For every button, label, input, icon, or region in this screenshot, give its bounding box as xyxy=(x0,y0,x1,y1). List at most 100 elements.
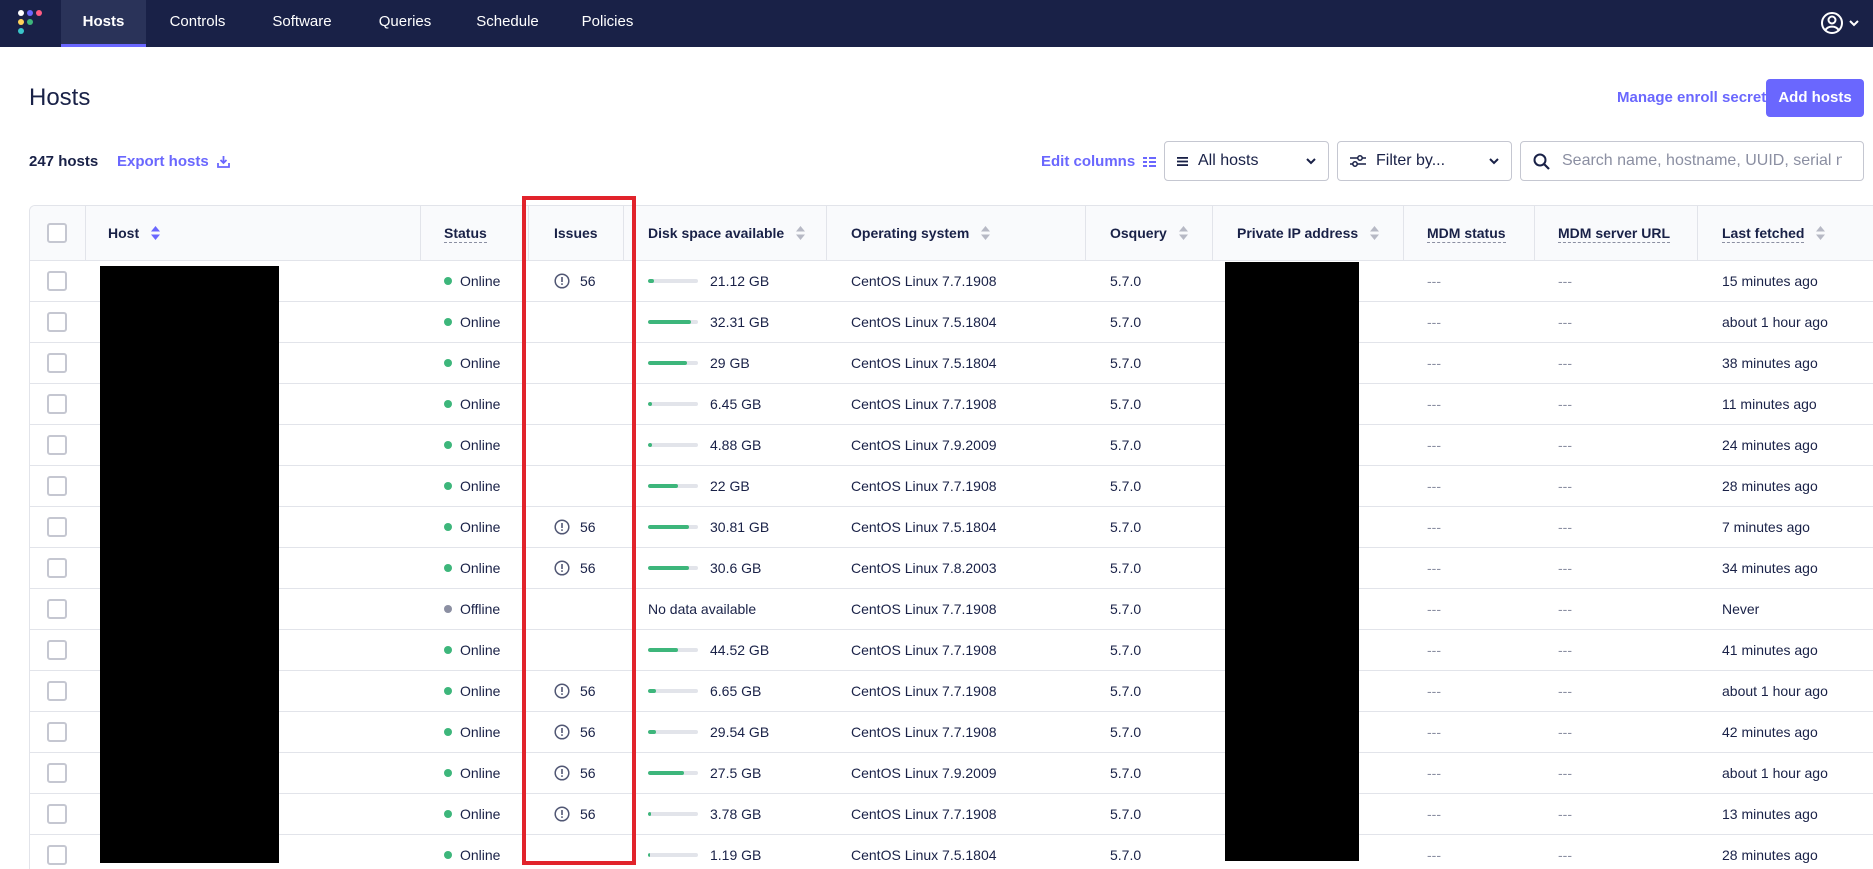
table-row[interactable]: Online 56 29.54 GB CentOS Linux 7.7.1908 5.7… xyxy=(30,712,1873,753)
status-cell: Online xyxy=(444,753,500,793)
disk-space-text: 27.5 GB xyxy=(710,765,762,781)
table-row[interactable]: Online 56 30.81 GB CentOS Linux 7.5.1804 5.7… xyxy=(30,507,1873,548)
column-header-mdm-status[interactable]: MDM status xyxy=(1427,206,1506,261)
add-hosts-button[interactable]: Add hosts xyxy=(1766,79,1864,117)
row-checkbox[interactable] xyxy=(47,394,67,414)
nav-tab-controls[interactable]: Controls xyxy=(160,0,235,47)
row-checkbox[interactable] xyxy=(47,845,67,865)
table-row[interactable]: Online 56 6.65 GB CentOS Linux 7.7.1908 5.7.… xyxy=(30,671,1873,712)
table-row[interactable]: Online 6.45 GB CentOS Linux 7.7.1908 5.7.0 -… xyxy=(30,384,1873,425)
column-header-private-ip[interactable]: Private IP address xyxy=(1237,206,1380,261)
table-row[interactable]: Online 44.52 GB CentOS Linux 7.7.1908 5.7.0… xyxy=(30,630,1873,671)
column-header-mdm-server-url[interactable]: MDM server URL xyxy=(1558,206,1671,261)
osquery-cell: 5.7.0 xyxy=(1110,724,1142,740)
export-hosts-link[interactable]: Export hosts xyxy=(117,153,230,170)
column-header-label: MDM server URL xyxy=(1558,225,1671,243)
table-row[interactable]: Online 4.88 GB CentOS Linux 7.9.2009 5.7.0 -… xyxy=(30,425,1873,466)
mdm-status-cell: --- xyxy=(1427,437,1441,453)
column-header-host[interactable]: Host xyxy=(108,206,161,261)
fleet-logo-icon[interactable] xyxy=(17,9,43,37)
last-fetched-cell: 24 minutes ago xyxy=(1722,437,1818,453)
mdm-status-cell: --- xyxy=(1427,642,1441,658)
column-header-operating-system[interactable]: Operating system xyxy=(851,206,991,261)
table-row[interactable]: Offline No data available CentOS Linux 7.7… xyxy=(30,589,1873,630)
disk-space-text: 30.81 GB xyxy=(710,519,770,535)
mdm-status-cell: --- xyxy=(1427,683,1441,699)
status-dot xyxy=(444,769,452,778)
mdm-status-cell: --- xyxy=(1427,560,1441,576)
row-checkbox[interactable] xyxy=(47,681,67,701)
row-checkbox[interactable] xyxy=(47,599,67,619)
os-cell: CentOS Linux 7.5.1804 xyxy=(851,519,997,535)
nav-tab-queries[interactable]: Queries xyxy=(370,0,440,47)
column-header-status[interactable]: Status xyxy=(444,206,487,261)
table-row[interactable]: Online 29 GB CentOS Linux 7.5.1804 5.7.0 ---… xyxy=(30,343,1873,384)
top-nav: Hosts Controls Software Queries Schedule… xyxy=(0,0,1873,47)
column-header-disk-space[interactable]: Disk space available xyxy=(648,206,806,261)
column-header-osquery[interactable]: Osquery xyxy=(1110,206,1188,261)
all-hosts-dropdown[interactable]: All hosts xyxy=(1164,141,1329,181)
os-cell: CentOS Linux 7.7.1908 xyxy=(851,601,997,617)
os-cell: CentOS Linux 7.5.1804 xyxy=(851,847,997,863)
osquery-cell: 5.7.0 xyxy=(1110,273,1142,289)
os-cell: CentOS Linux 7.5.1804 xyxy=(851,314,997,330)
status-dot xyxy=(444,441,452,450)
row-checkbox[interactable] xyxy=(47,804,67,824)
disk-space-bar xyxy=(648,320,698,325)
disk-space-bar xyxy=(648,402,698,407)
mdm-url-cell: --- xyxy=(1558,478,1572,494)
mdm-status-cell: --- xyxy=(1427,478,1441,494)
filter-by-dropdown[interactable]: Filter by... xyxy=(1337,141,1512,181)
chevron-down-icon xyxy=(1489,157,1499,164)
disk-space-cell: 29.54 GB xyxy=(648,712,769,752)
status-text: Online xyxy=(460,847,501,863)
row-checkbox[interactable] xyxy=(47,517,67,537)
disk-space-bar xyxy=(648,525,698,530)
last-fetched-cell: Never xyxy=(1722,601,1760,617)
row-checkbox[interactable] xyxy=(47,476,67,496)
table-row[interactable]: Online 56 3.78 GB CentOS Linux 7.7.1908 5.7.… xyxy=(30,794,1873,835)
row-checkbox[interactable] xyxy=(47,640,67,660)
row-checkbox[interactable] xyxy=(47,722,67,742)
nav-tab-hosts[interactable]: Hosts xyxy=(61,0,146,47)
row-checkbox[interactable] xyxy=(47,312,67,332)
mdm-url-cell: --- xyxy=(1558,519,1572,535)
os-cell: CentOS Linux 7.7.1908 xyxy=(851,273,997,289)
osquery-cell: 5.7.0 xyxy=(1110,478,1142,494)
columns-icon xyxy=(1143,156,1157,167)
row-checkbox[interactable] xyxy=(47,763,67,783)
select-all-checkbox[interactable] xyxy=(47,223,67,243)
osquery-cell: 5.7.0 xyxy=(1110,396,1142,412)
redacted-hostnames xyxy=(100,266,279,863)
user-avatar-icon[interactable] xyxy=(1819,10,1863,36)
mdm-url-cell: --- xyxy=(1558,724,1572,740)
search-box[interactable] xyxy=(1520,141,1864,181)
status-text: Online xyxy=(460,314,501,330)
nav-tab-software[interactable]: Software xyxy=(262,0,342,47)
last-fetched-cell: 7 minutes ago xyxy=(1722,519,1810,535)
manage-enroll-secret-link[interactable]: Manage enroll secret xyxy=(1617,89,1766,106)
mdm-url-cell: --- xyxy=(1558,683,1572,699)
table-row[interactable]: Online 32.31 GB CentOS Linux 7.5.1804 5.7.0… xyxy=(30,302,1873,343)
status-cell: Online xyxy=(444,507,500,547)
osquery-cell: 5.7.0 xyxy=(1110,355,1142,371)
edit-columns-button[interactable]: Edit columns xyxy=(1041,153,1157,170)
export-hosts-label: Export hosts xyxy=(117,153,209,170)
nav-tab-schedule[interactable]: Schedule xyxy=(470,0,545,47)
row-checkbox[interactable] xyxy=(47,435,67,455)
nav-tab-policies[interactable]: Policies xyxy=(575,0,640,47)
row-checkbox[interactable] xyxy=(47,353,67,373)
table-row[interactable]: Online 56 27.5 GB CentOS Linux 7.9.2009 5.7.… xyxy=(30,753,1873,794)
table-row[interactable]: Online 22 GB CentOS Linux 7.7.1908 5.7.0 ---… xyxy=(30,466,1873,507)
column-header-last-fetched[interactable]: Last fetched xyxy=(1722,206,1826,261)
disk-space-bar xyxy=(648,853,698,858)
row-checkbox[interactable] xyxy=(47,558,67,578)
row-checkbox[interactable] xyxy=(47,271,67,291)
sort-icon xyxy=(981,226,991,241)
table-row[interactable]: Online 56 21.12 GB CentOS Linux 7.7.1908 5.7… xyxy=(30,261,1873,302)
table-row[interactable]: Online 56 30.6 GB CentOS Linux 7.8.2003 5.7.… xyxy=(30,548,1873,589)
search-input[interactable] xyxy=(1562,152,1842,170)
table-row[interactable]: Online 1.19 GB CentOS Linux 7.5.1804 5.7.0 -… xyxy=(30,835,1873,869)
os-cell: CentOS Linux 7.8.2003 xyxy=(851,560,997,576)
status-text: Online xyxy=(460,355,501,371)
